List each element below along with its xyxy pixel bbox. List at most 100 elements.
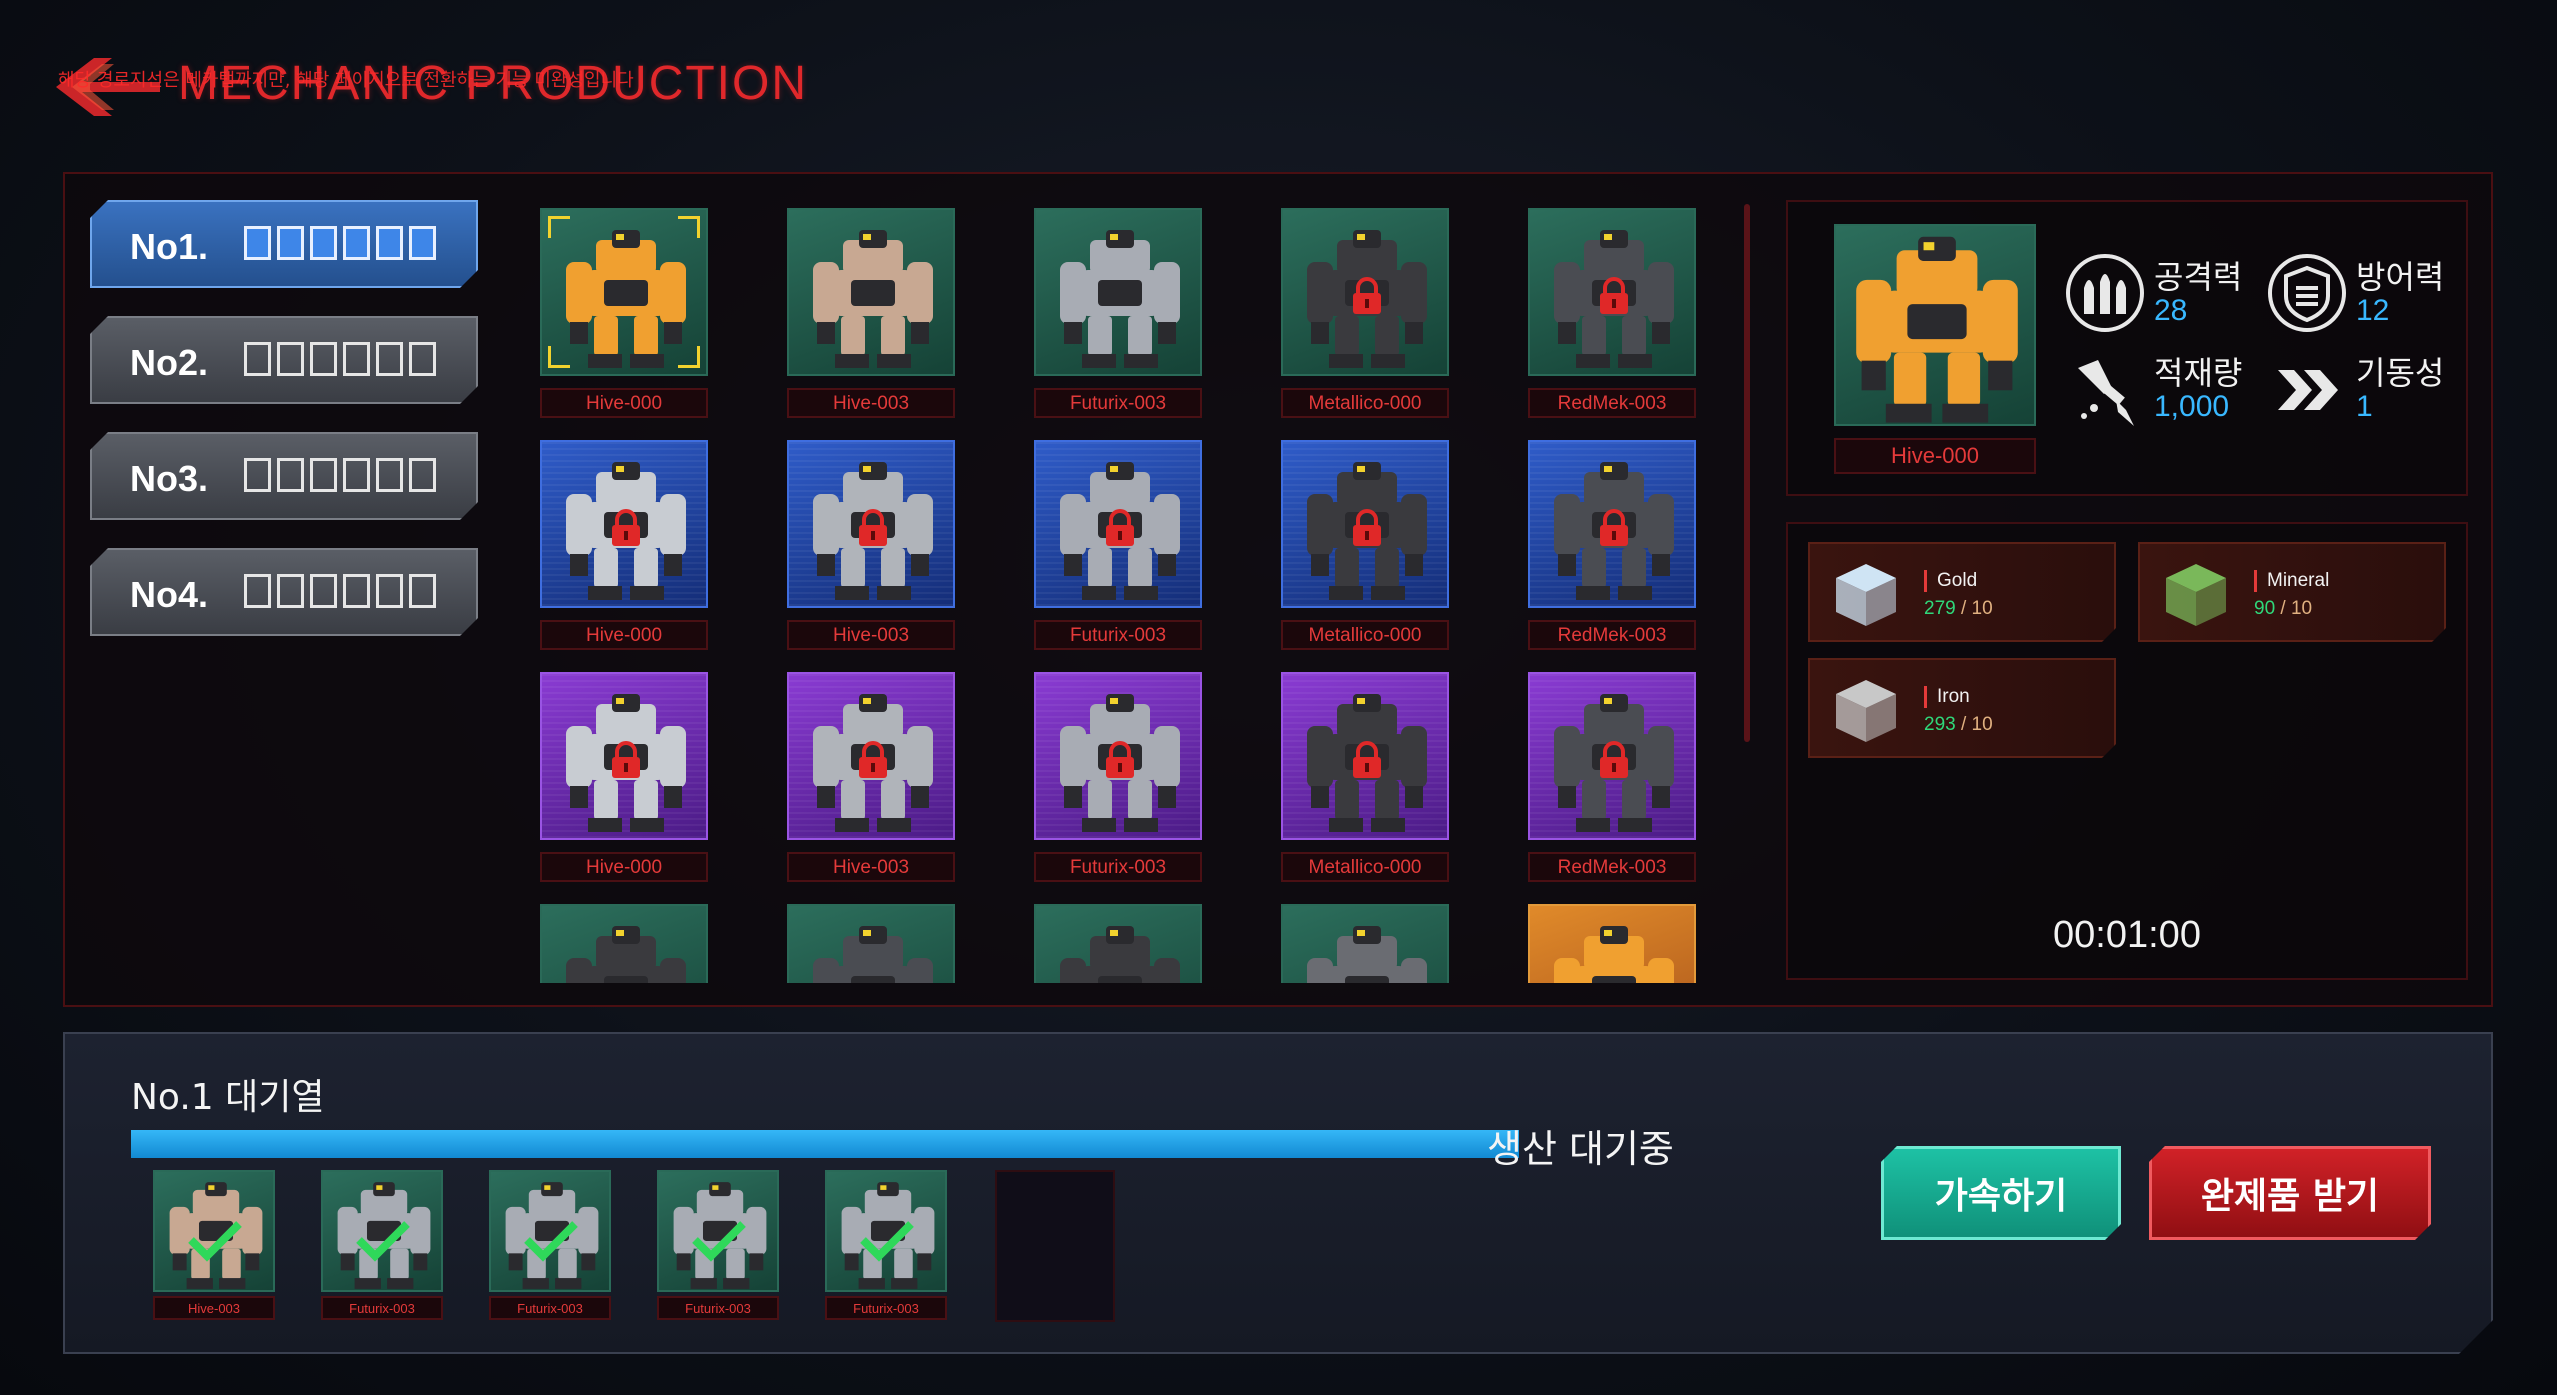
mech-name: Metallico-000 <box>1281 852 1449 882</box>
check-icon <box>353 1218 413 1262</box>
queue-item[interactable]: Hive-003 <box>153 1170 275 1320</box>
mech-card[interactable]: Metallico-000 <box>1281 208 1449 418</box>
material-iron: Iron 293 / 10 <box>1808 658 2116 758</box>
materials-panel: Gold 279 / 10 Mineral 90 / 10 Iron 293 /… <box>1786 522 2468 980</box>
mech-card[interactable]: Metallico-000 <box>1281 672 1449 882</box>
mech-card[interactable]: Hive-003 <box>787 208 955 418</box>
queue-slot-indicators <box>244 342 436 376</box>
collect-product-button[interactable]: 완제품 받기 <box>2149 1146 2431 1240</box>
queue-tab-4[interactable]: No4. <box>90 548 478 636</box>
production-timer: 00:01:00 <box>2053 914 2201 956</box>
queue-item-name: Futurix-003 <box>657 1296 779 1320</box>
stat-attack-label: 공격력 <box>2154 258 2243 296</box>
mech-card[interactable]: RedMek-003 <box>1528 672 1696 882</box>
mech-card[interactable] <box>1034 904 1202 983</box>
lock-icon <box>1106 741 1134 778</box>
stat-mobility-value: 1 <box>2356 390 2373 423</box>
detail-panel: Hive-000 공격력 28 방어력 12 적재량 1,000 기동성 1 <box>1786 200 2468 496</box>
queue-tab-2[interactable]: No2. <box>90 316 478 404</box>
mech-thumbnail[interactable] <box>1528 672 1696 840</box>
mech-card[interactable]: Futurix-003 <box>1034 440 1202 650</box>
queue-tab-label: No4. <box>130 574 209 615</box>
queue-item[interactable]: Futurix-003 <box>321 1170 443 1320</box>
mech-thumbnail[interactable] <box>1034 904 1202 983</box>
chevrons-icon <box>2278 370 2338 410</box>
mech-thumbnail[interactable] <box>787 208 955 376</box>
mech-card[interactable]: Hive-000 <box>540 672 708 882</box>
queue-item[interactable]: Futurix-003 <box>825 1170 947 1320</box>
mech-card[interactable]: RedMek-003 <box>1528 208 1696 418</box>
mech-card[interactable] <box>540 904 708 983</box>
mech-card[interactable]: Futurix-003 <box>1034 208 1202 418</box>
mech-thumbnail[interactable] <box>1281 440 1449 608</box>
mech-thumbnail[interactable] <box>540 208 708 376</box>
queue-empty-slot[interactable] <box>995 1170 1115 1322</box>
queue-item-name: Hive-003 <box>153 1296 275 1320</box>
mech-thumbnail[interactable] <box>540 672 708 840</box>
stat-defense-label: 방어력 <box>2356 258 2445 296</box>
mech-thumbnail[interactable] <box>540 904 708 983</box>
mech-thumbnail[interactable] <box>540 440 708 608</box>
mech-thumbnail[interactable] <box>1034 440 1202 608</box>
material-need: 10 <box>1971 714 1993 735</box>
detail-mech-name: Hive-000 <box>1834 438 2036 474</box>
queue-item-name: Futurix-003 <box>321 1296 443 1320</box>
mech-name: Hive-003 <box>787 388 955 418</box>
lock-icon <box>1353 277 1381 314</box>
mech-card[interactable]: Futurix-003 <box>1034 672 1202 882</box>
mech-card[interactable]: Hive-000 <box>540 208 708 418</box>
material-name: Iron <box>1924 686 1970 708</box>
mech-name: RedMek-003 <box>1528 620 1696 650</box>
mech-thumbnail[interactable] <box>1281 672 1449 840</box>
lock-icon <box>1353 509 1381 546</box>
mech-thumbnail[interactable] <box>1528 904 1696 983</box>
queue-tab-1[interactable]: No1. <box>90 200 478 288</box>
mech-thumbnail[interactable] <box>1528 440 1696 608</box>
mech-card[interactable] <box>787 904 955 983</box>
material-count: 293 / 10 <box>1924 714 1993 735</box>
notice-text: 해당 경로지선은 메카탭까지만, 해당 페이지으로 전환하는 기능 미완성입니다 <box>58 70 634 91</box>
mech-card[interactable]: Hive-000 <box>540 440 708 650</box>
lock-icon <box>859 741 887 778</box>
mech-card[interactable]: RedMek-003 <box>1528 440 1696 650</box>
lock-icon <box>1106 509 1134 546</box>
material-gold: Gold 279 / 10 <box>1808 542 2116 642</box>
mech-thumbnail[interactable] <box>787 904 955 983</box>
mech-card[interactable]: Hive-003 <box>787 672 955 882</box>
material-have: 293 <box>1924 714 1956 735</box>
material-count: 279 / 10 <box>1924 598 1993 619</box>
mech-name: RedMek-003 <box>1528 388 1696 418</box>
material-name: Gold <box>1924 570 1977 592</box>
mech-thumbnail[interactable] <box>1034 208 1202 376</box>
mech-name: Metallico-000 <box>1281 388 1449 418</box>
mech-thumbnail[interactable] <box>1281 208 1449 376</box>
mech-thumbnail[interactable] <box>1528 208 1696 376</box>
material-need: 10 <box>1971 598 1993 619</box>
lock-icon <box>1600 277 1628 314</box>
mech-thumbnail[interactable] <box>787 440 955 608</box>
stat-defense-value: 12 <box>2356 294 2390 327</box>
mech-card[interactable]: Metallico-000 <box>1281 440 1449 650</box>
mech-thumbnail[interactable] <box>1034 672 1202 840</box>
queue-slot-indicators <box>244 226 436 260</box>
mech-name: Hive-000 <box>540 620 708 650</box>
queue-item[interactable]: Futurix-003 <box>489 1170 611 1320</box>
check-icon <box>857 1218 917 1262</box>
mech-robot-icon <box>1307 926 1427 983</box>
mech-card[interactable] <box>1528 904 1696 983</box>
mech-card[interactable] <box>1281 904 1449 983</box>
selection-frame <box>548 216 700 368</box>
mech-name: Metallico-000 <box>1281 620 1449 650</box>
lock-icon <box>612 509 640 546</box>
mech-thumbnail[interactable] <box>787 672 955 840</box>
shield-icon <box>2268 254 2346 332</box>
queue-tab-3[interactable]: No3. <box>90 432 478 520</box>
queue-tab-label: No1. <box>130 226 209 267</box>
grid-scrollbar[interactable] <box>1744 204 1750 742</box>
material-count: 90 / 10 <box>2254 598 2313 619</box>
speed-up-button[interactable]: 가속하기 <box>1881 1146 2121 1240</box>
mech-card[interactable]: Hive-003 <box>787 440 955 650</box>
mech-thumbnail[interactable] <box>1281 904 1449 983</box>
queue-item[interactable]: Futurix-003 <box>657 1170 779 1320</box>
queue-item-name: Futurix-003 <box>825 1296 947 1320</box>
